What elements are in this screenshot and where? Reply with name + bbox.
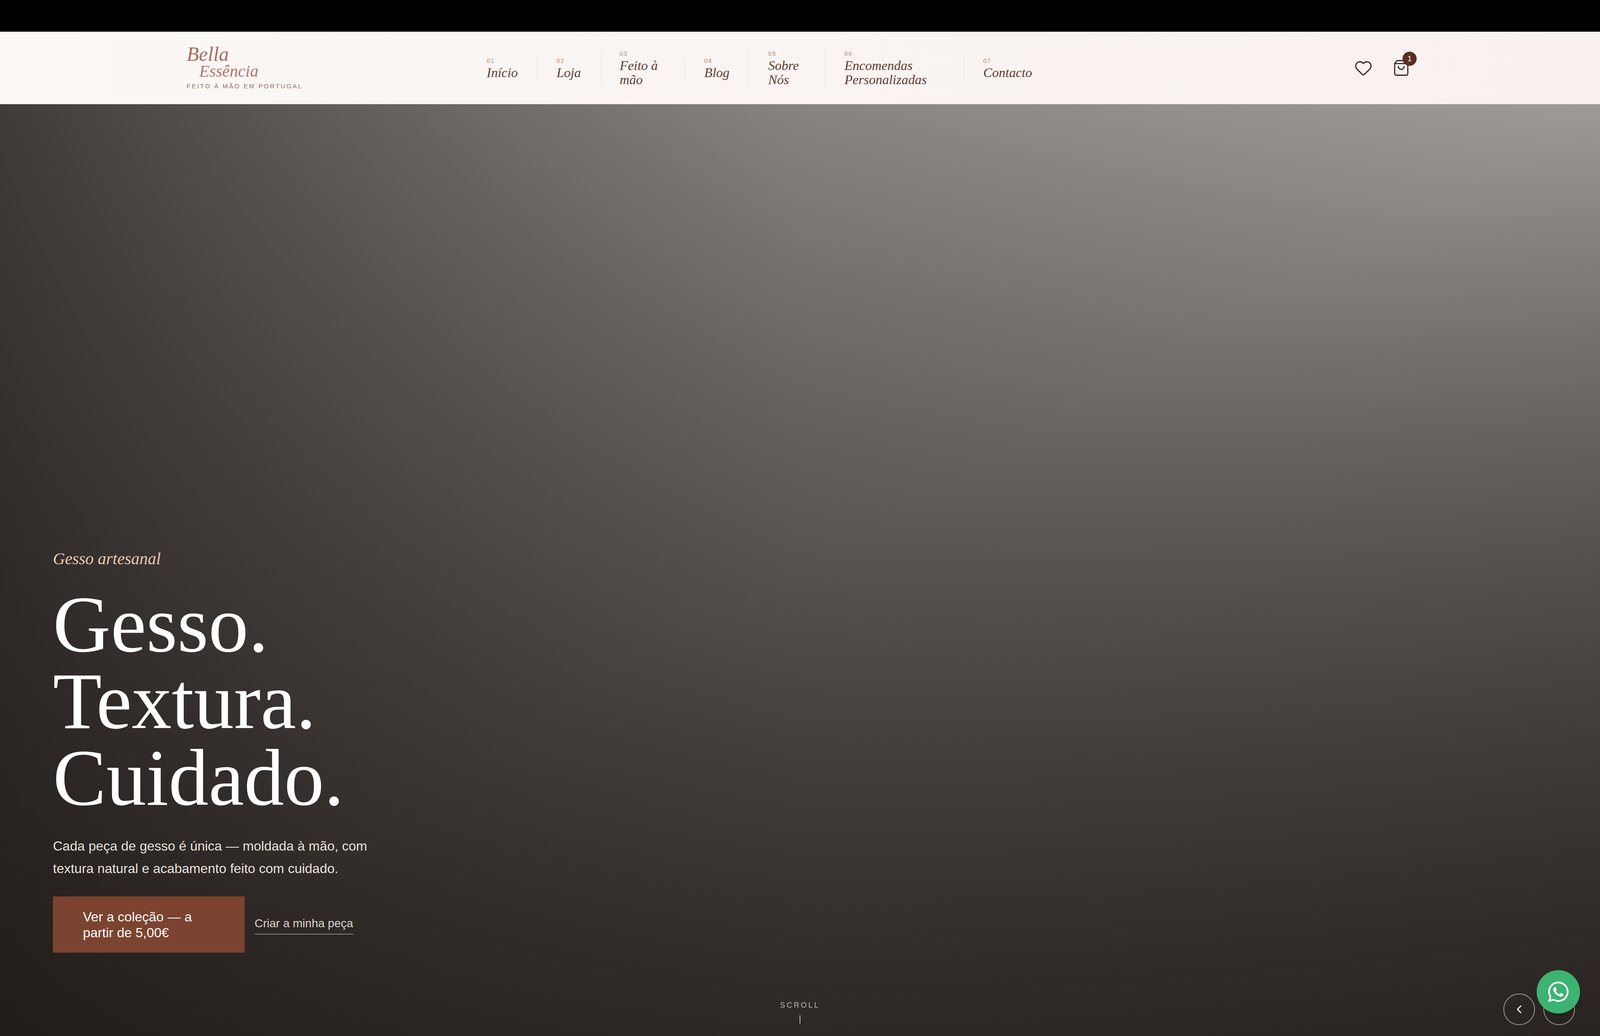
prev-button[interactable] [1503,993,1535,1025]
hero-description: Cada peça de gesso é única — moldada à m… [52,834,395,880]
scroll-indicator: SCROLL [779,999,821,1024]
hero: Gesso artesanal Gesso.Textura.Cuidado. Cad… [0,104,1600,1036]
chevron-left-icon [1512,1002,1526,1016]
nav-item[interactable]: 02Loja [537,56,601,80]
hero-eyebrow: Gesso artesanal [52,546,1600,572]
whatsapp-button[interactable] [1536,970,1580,1014]
heart-icon[interactable] [1354,58,1373,78]
whatsapp-icon [1546,980,1570,1004]
nav-item[interactable]: 06Encomendas Personalizadas [825,49,964,87]
collection-button[interactable]: Ver a coleção — a partir de 5,00€ [52,896,245,953]
page: BellaEssênciaFEITO À MÃO EM PORTUGAL01In… [0,0,1600,1036]
cart-badge: 1 [1402,51,1417,66]
create-piece-link[interactable]: Criar a minha peça [254,914,354,935]
site-header: BellaEssênciaFEITO À MÃO EM PORTUGAL01In… [0,31,1600,105]
hero-title: Gesso.Textura.Cuidado. [52,586,1600,817]
top-bar [0,0,1600,32]
nav-item[interactable]: 07Contacto [963,56,1052,80]
cart-button[interactable]: 1 [1392,59,1410,77]
nav-item[interactable]: 03Feito à mão [600,49,685,87]
nav-item[interactable]: 05Sobre Nós [748,49,825,87]
nav-item[interactable]: 04Blog [684,56,749,80]
header-icons: 1 [1354,58,1410,78]
main-nav: 01Início02Loja03Feito à mão04Blog05Sobre… [486,49,1052,87]
logo[interactable]: BellaEssênciaFEITO À MÃO EM PORTUGAL [186,45,487,92]
nav-item[interactable]: 01Início [486,56,538,80]
